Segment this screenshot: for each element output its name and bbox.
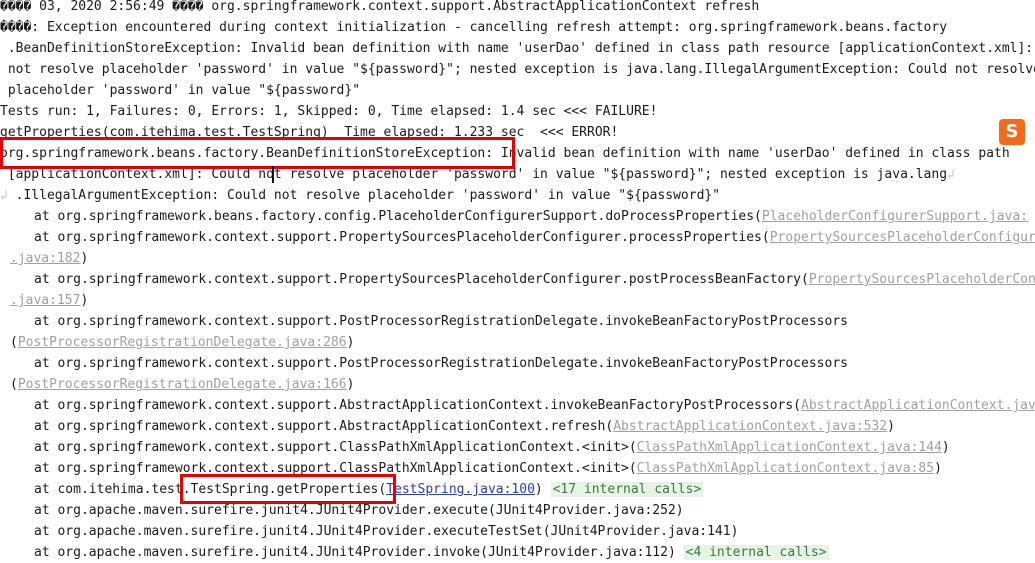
frame-method: at org.apache.maven.surefire.junit4.JUni… [34,524,739,539]
stack-frame: at org.springframework.context.support.A… [0,395,1035,416]
frame-method: at org.apache.maven.surefire.junit4.JUni… [34,503,684,518]
stack-frame: at org.springframework.context.support.P… [0,227,1035,248]
stacktrace-exception-cont-2-text: .IllegalArgumentException: Could not res… [7,188,721,203]
source-link[interactable]: PropertySourcesPlaceholderConfigurer [770,230,1035,245]
source-link[interactable]: .java:157 [10,293,80,308]
source-link[interactable]: ClassPathXmlApplicationContext.java:144 [637,440,942,455]
frame-method: at org.springframework.beans.factory.con… [34,209,762,224]
frame-paren: ( [10,377,18,392]
stack-frame-testspring: at com.itehima.test.TestSpring.getProper… [0,479,1035,500]
frame-paren: ) [346,377,355,392]
stack-frame: at org.springframework.context.support.A… [0,416,1035,437]
stack-frame-cont: (PostProcessorRegistrationDelegate.java:… [0,332,1035,353]
source-link[interactable]: ClassPathXmlApplicationContext.java:85 [637,461,934,476]
source-link[interactable]: PlaceholderConfigurerSupport.java: [762,209,1028,224]
frame-paren: ) [80,293,89,308]
frame-paren: ) [80,251,89,266]
source-link[interactable]: PostProcessorRegistrationDelegate.java:2… [18,335,347,350]
frame-method: at org.springframework.context.support.P… [34,356,848,371]
log-line-exception-warning: ����: Exception encountered during conte… [0,20,948,35]
frame-method: at org.springframework.context.support.A… [34,419,614,434]
test-summary-line: Tests run: 1, Failures: 0, Errors: 1, Sk… [0,104,658,119]
source-link[interactable]: AbstractApplicationContext.java:532 [613,419,887,434]
stacktrace-exception-line: org.springframework.beans.factory.BeanDe… [0,146,1010,161]
frame-paren: ) [346,335,355,350]
source-link[interactable]: .java:182 [10,251,80,266]
source-link[interactable]: AbstractApplicationContext.java: [801,398,1035,413]
frame-paren: ) [534,482,551,497]
soft-wrap-icon: ↲ [0,188,8,203]
frame-method: at org.springframework.context.support.P… [34,272,809,287]
text-caret [272,166,274,183]
frame-paren: ( [10,335,18,350]
stack-frame-cont: .java:182) [0,248,1035,269]
testspring-source-link[interactable]: TestSpring.java:100 [386,482,535,497]
stack-frame-cont: .java:157) [0,290,1035,311]
source-link[interactable]: PropertySourcesPlaceholderConfigurer [809,272,1035,287]
stacktrace-exception-cont-1: [applicationContext.xml]: Could not reso… [0,164,1035,185]
internal-calls-toggle[interactable]: <4 internal calls> [683,545,829,560]
frame-method: at org.springframework.context.support.P… [34,314,848,329]
frame-method: at org.springframework.context.support.P… [34,230,770,245]
frame-method: at org.springframework.context.support.A… [34,398,802,413]
stack-frame: at org.springframework.context.support.P… [0,311,1035,332]
source-link[interactable]: PostProcessorRegistrationDelegate.java:1… [18,377,347,392]
stack-frame-cont: (PostProcessorRegistrationDelegate.java:… [0,374,1035,395]
stack-frame: at org.apache.maven.surefire.junit4.JUni… [0,500,1035,521]
frame-method: at com.itehima.test.TestSpring.getProper… [34,482,387,497]
stack-frame: at org.springframework.beans.factory.con… [0,206,1035,227]
stack-frame: at org.apache.maven.surefire.junit4.JUni… [0,521,1035,542]
stacktrace-exception-cont-2: ↲ .IllegalArgumentException: Could not r… [0,185,1035,206]
stack-frame: at org.springframework.context.support.C… [0,437,1035,458]
frame-paren: ) [941,440,950,455]
frame-method: at org.springframework.context.support.C… [34,440,637,455]
frame-method: at org.apache.maven.surefire.junit4.JUni… [34,545,684,560]
frame-method: at org.springframework.context.support.C… [34,461,637,476]
test-error-line: getProperties(com.itehima.test.TestSprin… [0,125,619,140]
soft-wrap-icon: ↲ [947,167,955,182]
stacktrace-exception-cont-1-text: [applicationContext.xml]: Could not reso… [0,167,948,182]
stack-frame: at org.apache.maven.surefire.junit4.JUni… [0,542,1035,563]
frame-paren: ) [934,461,942,476]
log-line-date: ���� 03, 2020 2:56:49 ���� org.springfra… [0,0,760,14]
console-output[interactable]: ���� 03, 2020 2:56:49 ���� org.springfra… [0,0,1035,562]
log-line-exception-cont-1: .BeanDefinitionStoreException: Invalid b… [0,41,1035,56]
frame-paren: ) [887,419,895,434]
log-line-exception-cont-3: placeholder 'password' in value "${passw… [0,83,361,98]
internal-calls-toggle[interactable]: <17 internal calls> [550,482,704,497]
stack-frame: at org.springframework.context.support.P… [0,353,1035,374]
stack-frame: at org.springframework.context.support.P… [0,269,1035,290]
ime-sogou-icon[interactable]: S [999,119,1025,145]
log-line-exception-cont-2: not resolve placeholder 'password' in va… [0,62,1035,77]
stack-frame: at org.springframework.context.support.C… [0,458,1035,479]
